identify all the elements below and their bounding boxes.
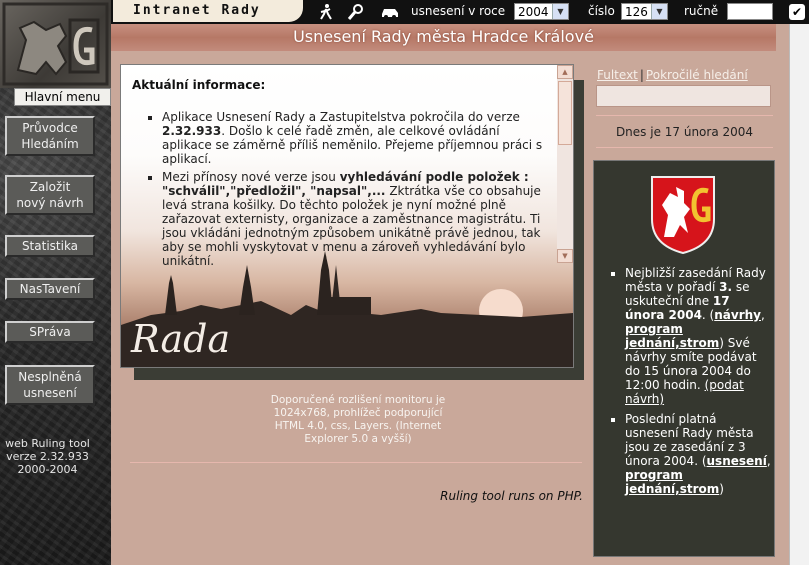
new-proposal-line1: Založit: [29, 180, 71, 194]
chevron-down-icon: ▼: [552, 4, 568, 19]
car-icon[interactable]: [381, 3, 399, 21]
manual-label: ručně: [684, 4, 719, 18]
administration-button[interactable]: SPráva: [5, 321, 95, 343]
magnifier-icon[interactable]: [347, 3, 365, 21]
agenda-tree-link[interactable]: program jednání,strom: [625, 468, 719, 496]
year-label: usnesení v roce: [411, 4, 506, 18]
year-value: 2004: [518, 5, 549, 19]
main-menu-label[interactable]: Hlavní menu: [14, 88, 111, 106]
list-item: Poslední platná usnesení Rady města jsou…: [625, 412, 771, 496]
fulltext-search-input[interactable]: [596, 85, 771, 107]
divider: [596, 115, 773, 116]
scroll-thumb[interactable]: [558, 81, 572, 145]
unfulfilled-line1: Nesplněná: [18, 370, 82, 384]
agenda-tree-link[interactable]: program jednání,strom: [625, 322, 719, 350]
version-info: web Ruling tool verze 2.32.933 2000-2004: [0, 437, 95, 476]
divider: [130, 462, 582, 463]
scroll-up-icon[interactable]: ▲: [557, 65, 573, 79]
page-scrollbar[interactable]: [789, 24, 809, 565]
manual-number-input[interactable]: [727, 3, 773, 20]
today-date: Dnes je 17 února 2004: [615, 125, 754, 139]
list-item: Nejbližší zasedání Rady města v pořadí 3…: [625, 266, 771, 406]
rada-caption: Rada: [131, 317, 231, 361]
checkbox-icon[interactable]: ✔: [789, 4, 805, 20]
chevron-down-icon: ▼: [651, 4, 667, 19]
lion-relief-logo: [0, 0, 111, 88]
sidebar: Hlavní menu Průvodce Hledáním Založit no…: [0, 0, 111, 565]
year-select[interactable]: 2004 ▼: [514, 3, 569, 20]
settings-button[interactable]: NasTavení: [5, 278, 95, 300]
guide-search-button[interactable]: Průvodce Hledáním: [5, 116, 95, 156]
new-proposal-button[interactable]: Založit nový návrh: [5, 175, 95, 215]
settings-label: NasTavení: [19, 282, 81, 296]
number-label: číslo: [588, 4, 615, 18]
divider: [596, 147, 773, 148]
number-value: 126: [625, 5, 648, 19]
news-heading: Aktuální informace:: [132, 78, 266, 92]
unfulfilled-resolutions-button[interactable]: Nesplněná usnesení: [5, 365, 95, 405]
administration-label: SPráva: [29, 325, 71, 339]
number-select[interactable]: 126 ▼: [621, 3, 668, 20]
coat-of-arms-icon: [651, 176, 715, 255]
top-toolbar: Intranet Rady usnesení v roce 2004 ▼ čís…: [111, 0, 809, 24]
proposals-link[interactable]: návrhy: [714, 308, 761, 322]
statistics-label: Statistika: [21, 239, 79, 253]
guide-search-line1: Průvodce: [22, 121, 78, 135]
guide-search-line2: Hledáním: [21, 137, 79, 151]
statistics-button[interactable]: Statistika: [5, 235, 95, 257]
link-separator: |: [639, 68, 644, 82]
page-title: Usnesení Rady města Hradce Králové: [293, 27, 594, 46]
meeting-info-list: Nejbližší zasedání Rady města v pořadí 3…: [603, 266, 771, 502]
news-scrollbar[interactable]: ▲ ▼: [557, 65, 573, 263]
unfulfilled-line2: usnesení: [23, 386, 77, 400]
version-line-2: verze 2.32.933: [6, 450, 89, 463]
scroll-down-icon[interactable]: ▼: [557, 249, 573, 263]
php-note: Ruling tool runs on PHP.: [440, 489, 583, 503]
news-item: Aplikace Usnesení Rady a Zastupitelstva …: [162, 110, 550, 166]
news-list: Aplikace Usnesení Rady a Zastupitelstva …: [132, 110, 550, 268]
resolution-notice: Doporučené rozlišení monitoru je 1024x76…: [270, 394, 446, 445]
search-links: Fultext | Pokročilé hledání: [597, 68, 772, 82]
news-item: Mezi přínosy nové verze jsou vyhledávání…: [162, 170, 550, 268]
version-line-1: web Ruling tool: [5, 437, 90, 450]
fulltext-link[interactable]: Fultext: [597, 68, 638, 82]
app-title: Intranet Rady: [113, 0, 303, 22]
news-panel: Aktuální informace: Aplikace Usnesení Ra…: [120, 64, 574, 368]
resolutions-link[interactable]: usnesení: [707, 454, 767, 468]
news-text: Aktuální informace: Aplikace Usnesení Ra…: [132, 78, 550, 272]
walker-icon[interactable]: [317, 3, 335, 21]
advanced-search-link[interactable]: Pokročilé hledání: [646, 68, 748, 82]
version-line-3: 2000-2004: [17, 463, 78, 476]
new-proposal-line2: nový návrh: [16, 196, 84, 210]
